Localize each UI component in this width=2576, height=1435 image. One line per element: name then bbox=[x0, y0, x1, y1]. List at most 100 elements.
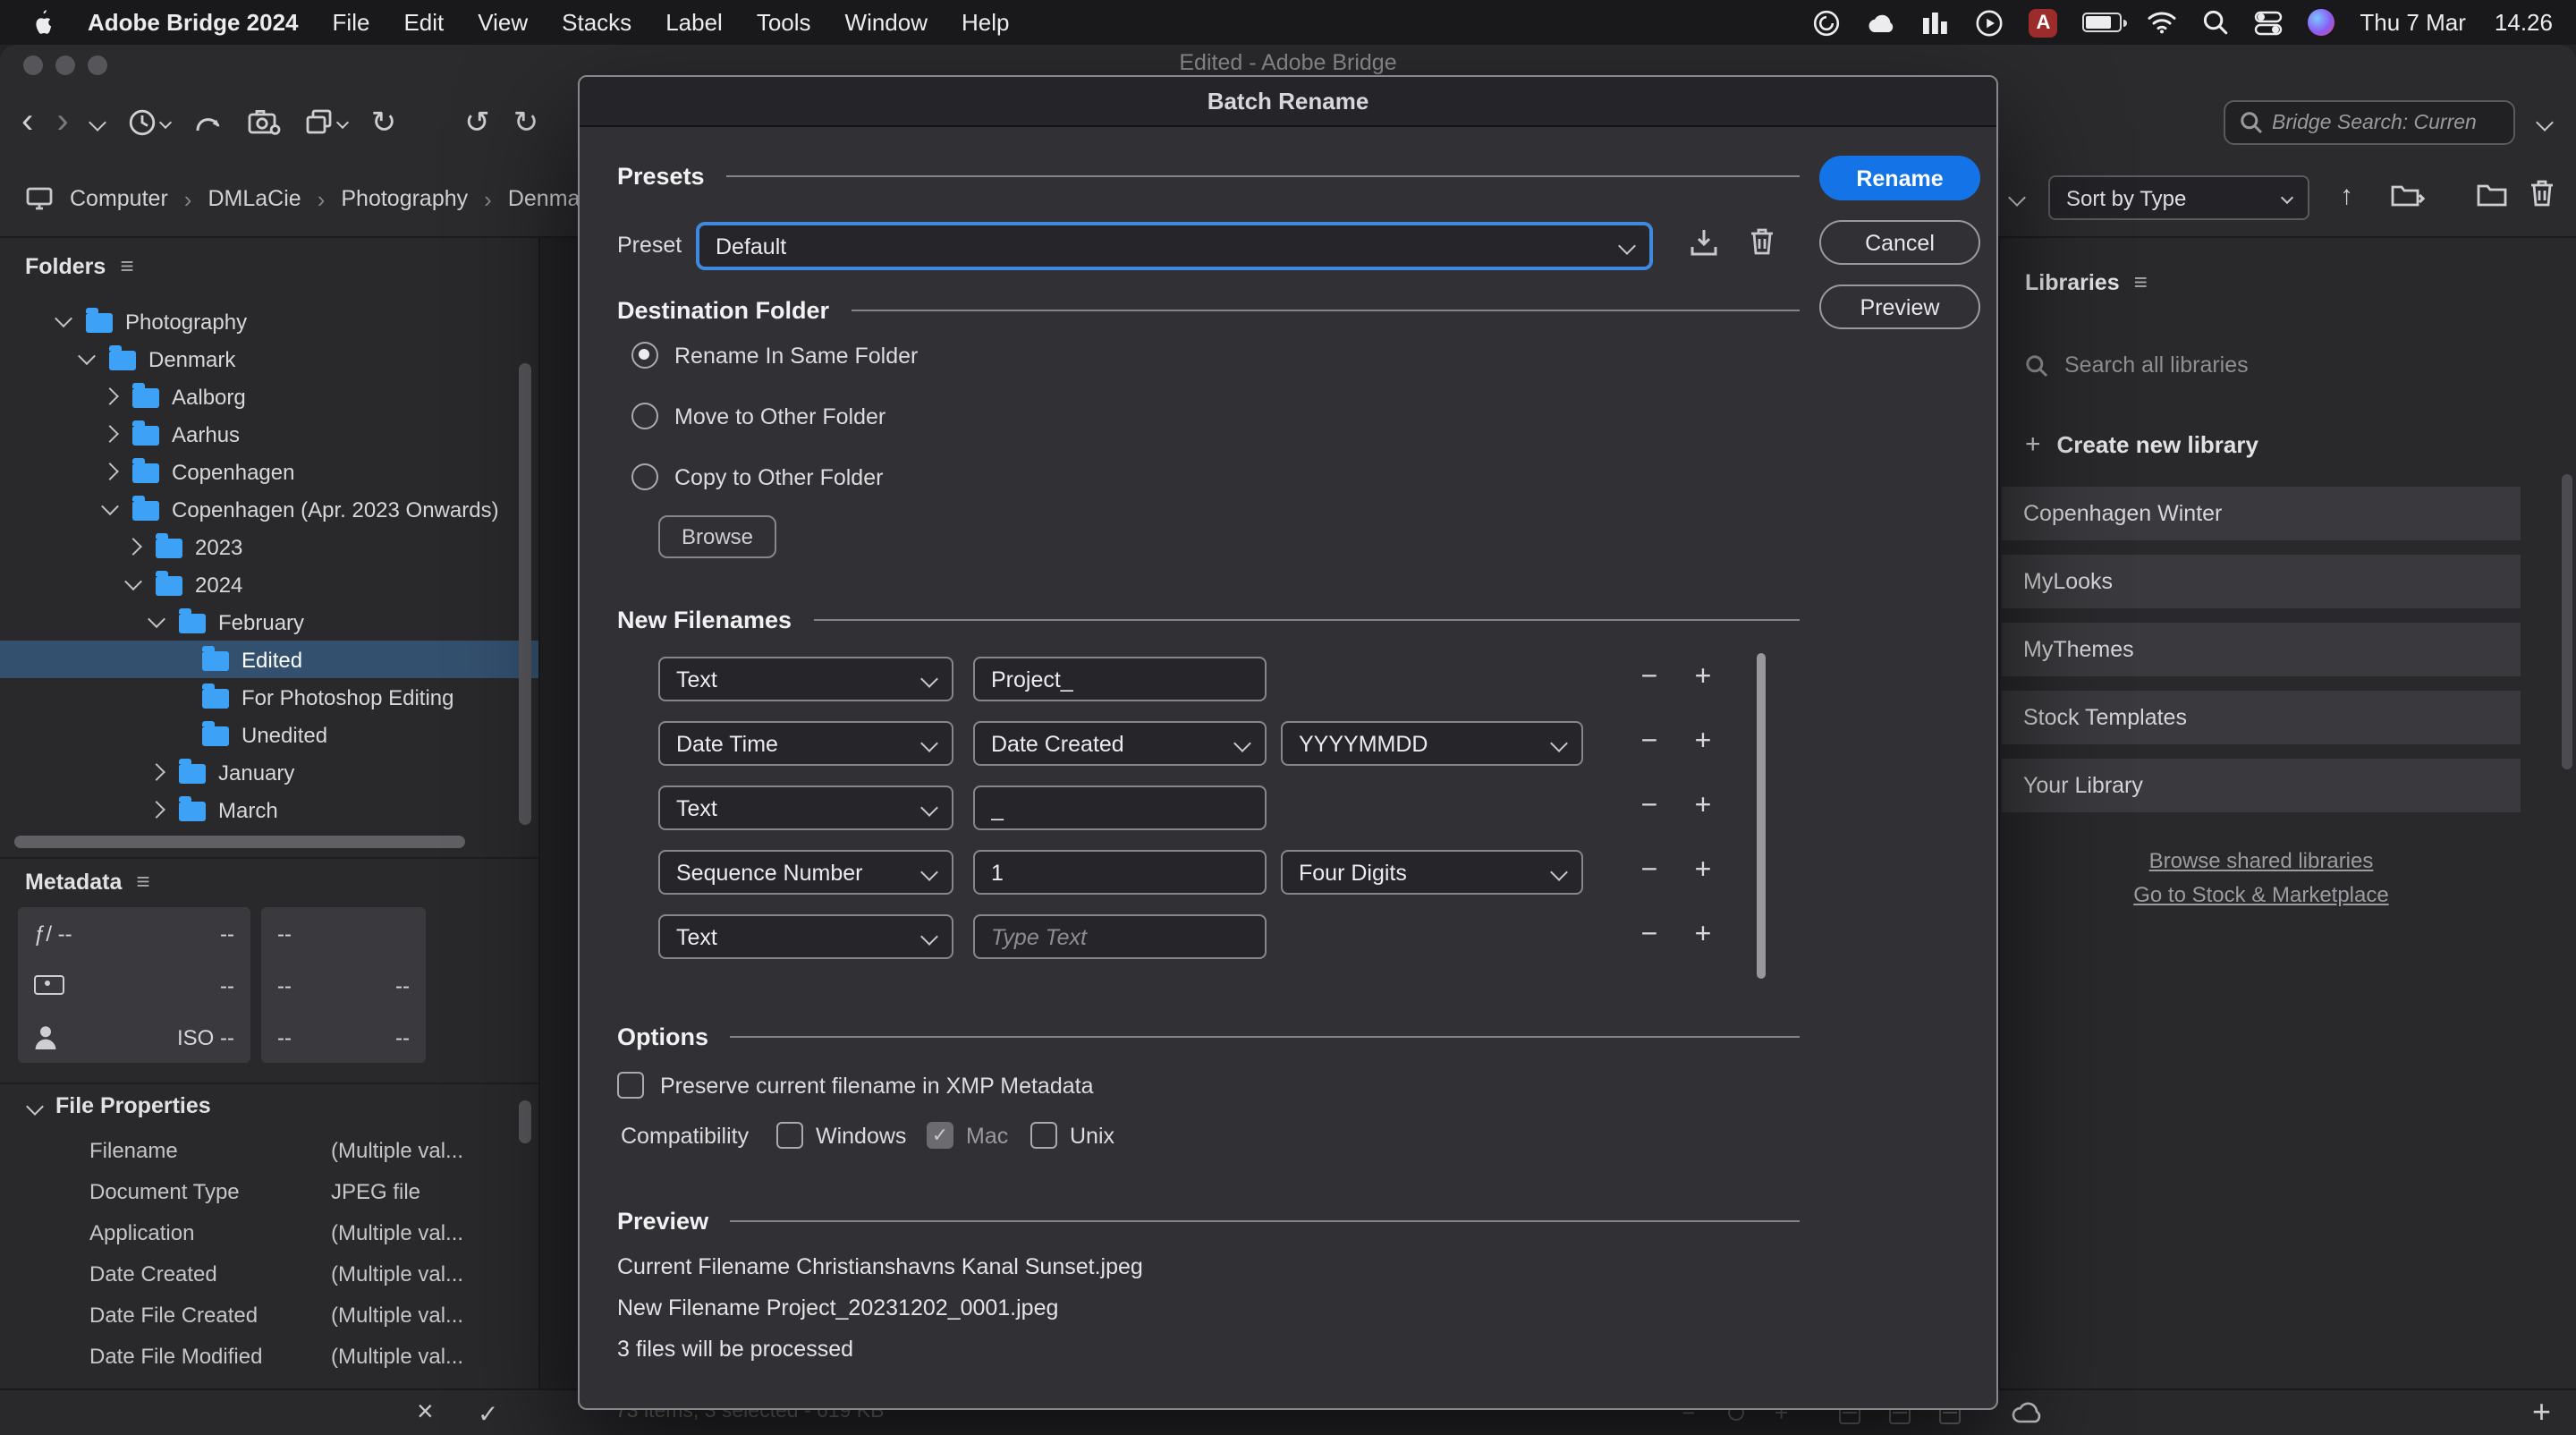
menu-item-help[interactable]: Help bbox=[962, 9, 1010, 36]
filter-chevron-icon[interactable] bbox=[2008, 189, 2026, 207]
radio-copy-other-folder[interactable] bbox=[631, 463, 658, 490]
add-row-button[interactable]: + bbox=[1683, 793, 1723, 821]
delete-icon[interactable] bbox=[2529, 179, 2555, 208]
windows-checkbox[interactable] bbox=[776, 1122, 803, 1149]
library-item[interactable]: MyThemes bbox=[2002, 623, 2521, 676]
preview-button[interactable]: Preview bbox=[1819, 284, 1980, 329]
folder-tree-item[interactable]: March bbox=[0, 791, 538, 828]
remove-row-button[interactable]: − bbox=[1630, 793, 1669, 821]
cloud-app-icon[interactable] bbox=[1866, 10, 1896, 35]
swirl-app-icon[interactable] bbox=[1812, 8, 1841, 37]
filename-text-input[interactable] bbox=[973, 785, 1267, 830]
add-row-button[interactable]: + bbox=[1683, 857, 1723, 886]
libraries-panel-menu-icon[interactable]: ≡ bbox=[2134, 268, 2148, 295]
radio-label[interactable]: Rename In Same Folder bbox=[674, 344, 918, 369]
folder-tree-item[interactable]: February bbox=[0, 603, 538, 641]
file-properties-header[interactable]: File Properties bbox=[29, 1093, 211, 1118]
filename-text-input[interactable] bbox=[973, 914, 1267, 959]
chevron-down-icon[interactable] bbox=[78, 347, 96, 365]
preset-dropdown[interactable]: Default bbox=[698, 224, 1651, 268]
folder-tree-item[interactable]: Aalborg bbox=[0, 378, 538, 415]
delete-preset-icon[interactable] bbox=[1750, 227, 1775, 256]
remove-row-button[interactable]: − bbox=[1630, 857, 1669, 886]
chevron-right-icon[interactable] bbox=[124, 538, 142, 556]
folder-tree-item[interactable]: Denmark bbox=[0, 340, 538, 378]
libraries-search-field[interactable] bbox=[2025, 352, 2386, 378]
preserve-filename-label[interactable]: Preserve current filename in XMP Metadat… bbox=[660, 1074, 1094, 1099]
windows-label[interactable]: Windows bbox=[816, 1124, 906, 1149]
filename-field-dropdown[interactable]: Sequence Number bbox=[658, 850, 953, 895]
refresh-icon[interactable]: ↻ bbox=[371, 106, 397, 137]
filename-text-input[interactable] bbox=[973, 657, 1267, 701]
folder-tree-item[interactable]: 2024 bbox=[0, 565, 538, 603]
folder-tree-item[interactable]: Photography bbox=[0, 302, 538, 340]
folder-tree-item[interactable]: Unedited bbox=[0, 716, 538, 753]
metadata-apply-icon[interactable]: ✓ bbox=[478, 1401, 498, 1426]
metadata-cancel-icon[interactable]: × bbox=[417, 1399, 434, 1428]
menu-item-window[interactable]: Window bbox=[845, 9, 928, 36]
search-options-chevron-icon[interactable] bbox=[2536, 114, 2554, 132]
menu-item-stacks[interactable]: Stacks bbox=[562, 9, 631, 36]
unix-checkbox[interactable] bbox=[1030, 1122, 1057, 1149]
camera-import-icon[interactable] bbox=[248, 107, 282, 136]
stack-chevron-icon[interactable] bbox=[337, 115, 350, 128]
chevron-right-icon[interactable] bbox=[101, 425, 119, 443]
folders-horizontal-scrollbar[interactable] bbox=[14, 836, 465, 848]
search-input[interactable] bbox=[2272, 112, 2478, 133]
libraries-search-input[interactable] bbox=[2064, 352, 2386, 378]
remove-row-button[interactable]: − bbox=[1630, 664, 1669, 692]
a-app-icon[interactable]: A bbox=[2029, 8, 2057, 37]
history-chevron-icon[interactable] bbox=[160, 115, 173, 128]
digits-format-dropdown[interactable]: Four Digits bbox=[1281, 850, 1583, 895]
folder-tree-item[interactable]: Copenhagen bbox=[0, 453, 538, 490]
property-value[interactable]: JPEG file bbox=[331, 1179, 420, 1204]
forward-button[interactable]: › bbox=[56, 104, 68, 140]
nav-menu-chevron-icon[interactable] bbox=[89, 113, 107, 131]
property-value[interactable]: (Multiple val... bbox=[331, 1220, 463, 1245]
back-button[interactable]: ‹ bbox=[21, 104, 33, 140]
filename-field-dropdown[interactable]: Text bbox=[658, 914, 953, 959]
chevron-down-icon[interactable] bbox=[101, 497, 119, 515]
mac-checkbox[interactable]: ✓ bbox=[927, 1122, 953, 1149]
wifi-icon[interactable] bbox=[2147, 11, 2177, 34]
rename-button[interactable]: Rename bbox=[1819, 156, 1980, 200]
chevron-right-icon[interactable] bbox=[101, 387, 119, 405]
libraries-scrollbar[interactable] bbox=[2562, 474, 2572, 769]
metadata-panel-menu-icon[interactable]: ≡ bbox=[136, 868, 149, 895]
menubar-date[interactable]: Thu 7 Mar bbox=[2360, 9, 2466, 36]
radio-label[interactable]: Copy to Other Folder bbox=[674, 465, 883, 490]
menubar-time[interactable]: 14.26 bbox=[2495, 9, 2553, 36]
control-center-icon[interactable] bbox=[2254, 10, 2283, 35]
rotate-cw-button[interactable]: ↻ bbox=[513, 106, 539, 137]
menu-item-file[interactable]: File bbox=[333, 9, 370, 36]
save-preset-icon[interactable] bbox=[1689, 227, 1719, 258]
file-properties-scrollbar[interactable] bbox=[519, 1100, 531, 1143]
create-new-library-button[interactable]: + Create new library bbox=[2025, 429, 2258, 460]
radio-label[interactable]: Move to Other Folder bbox=[674, 404, 886, 429]
stack-documents-icon[interactable] bbox=[305, 107, 348, 136]
menu-item-tools[interactable]: Tools bbox=[757, 9, 811, 36]
add-row-button[interactable]: + bbox=[1683, 728, 1723, 757]
menu-item-edit[interactable]: Edit bbox=[403, 9, 444, 36]
battery-icon[interactable] bbox=[2082, 13, 2122, 32]
breadcrumb-item[interactable]: DMLaCie bbox=[208, 186, 301, 211]
folder-tree-item[interactable]: Aarhus bbox=[0, 415, 538, 453]
folder-tree-item[interactable]: 2023 bbox=[0, 528, 538, 565]
property-value[interactable]: (Multiple val... bbox=[331, 1138, 463, 1163]
folders-vertical-scrollbar[interactable] bbox=[519, 363, 531, 825]
preserve-filename-checkbox[interactable] bbox=[617, 1072, 644, 1099]
folder-tree-item-selected[interactable]: Edited bbox=[0, 641, 538, 678]
history-icon[interactable] bbox=[128, 106, 171, 137]
chevron-down-icon[interactable] bbox=[124, 573, 142, 590]
sequence-start-input[interactable] bbox=[973, 850, 1267, 895]
chevron-down-icon[interactable] bbox=[55, 310, 72, 327]
breadcrumb-item[interactable]: Photography bbox=[341, 186, 468, 211]
folder-tree-item[interactable]: Copenhagen (Apr. 2023 Onwards) bbox=[0, 490, 538, 528]
add-row-button[interactable]: + bbox=[1683, 664, 1723, 692]
stock-marketplace-link[interactable]: Go to Stock & Marketplace bbox=[2002, 882, 2521, 907]
filenames-scrollbar[interactable] bbox=[1757, 653, 1766, 979]
folders-panel-menu-icon[interactable]: ≡ bbox=[120, 252, 133, 279]
filename-field-dropdown[interactable]: Text bbox=[658, 657, 953, 701]
play-circle-app-icon[interactable] bbox=[1975, 8, 2004, 37]
remove-row-button[interactable]: − bbox=[1630, 728, 1669, 757]
